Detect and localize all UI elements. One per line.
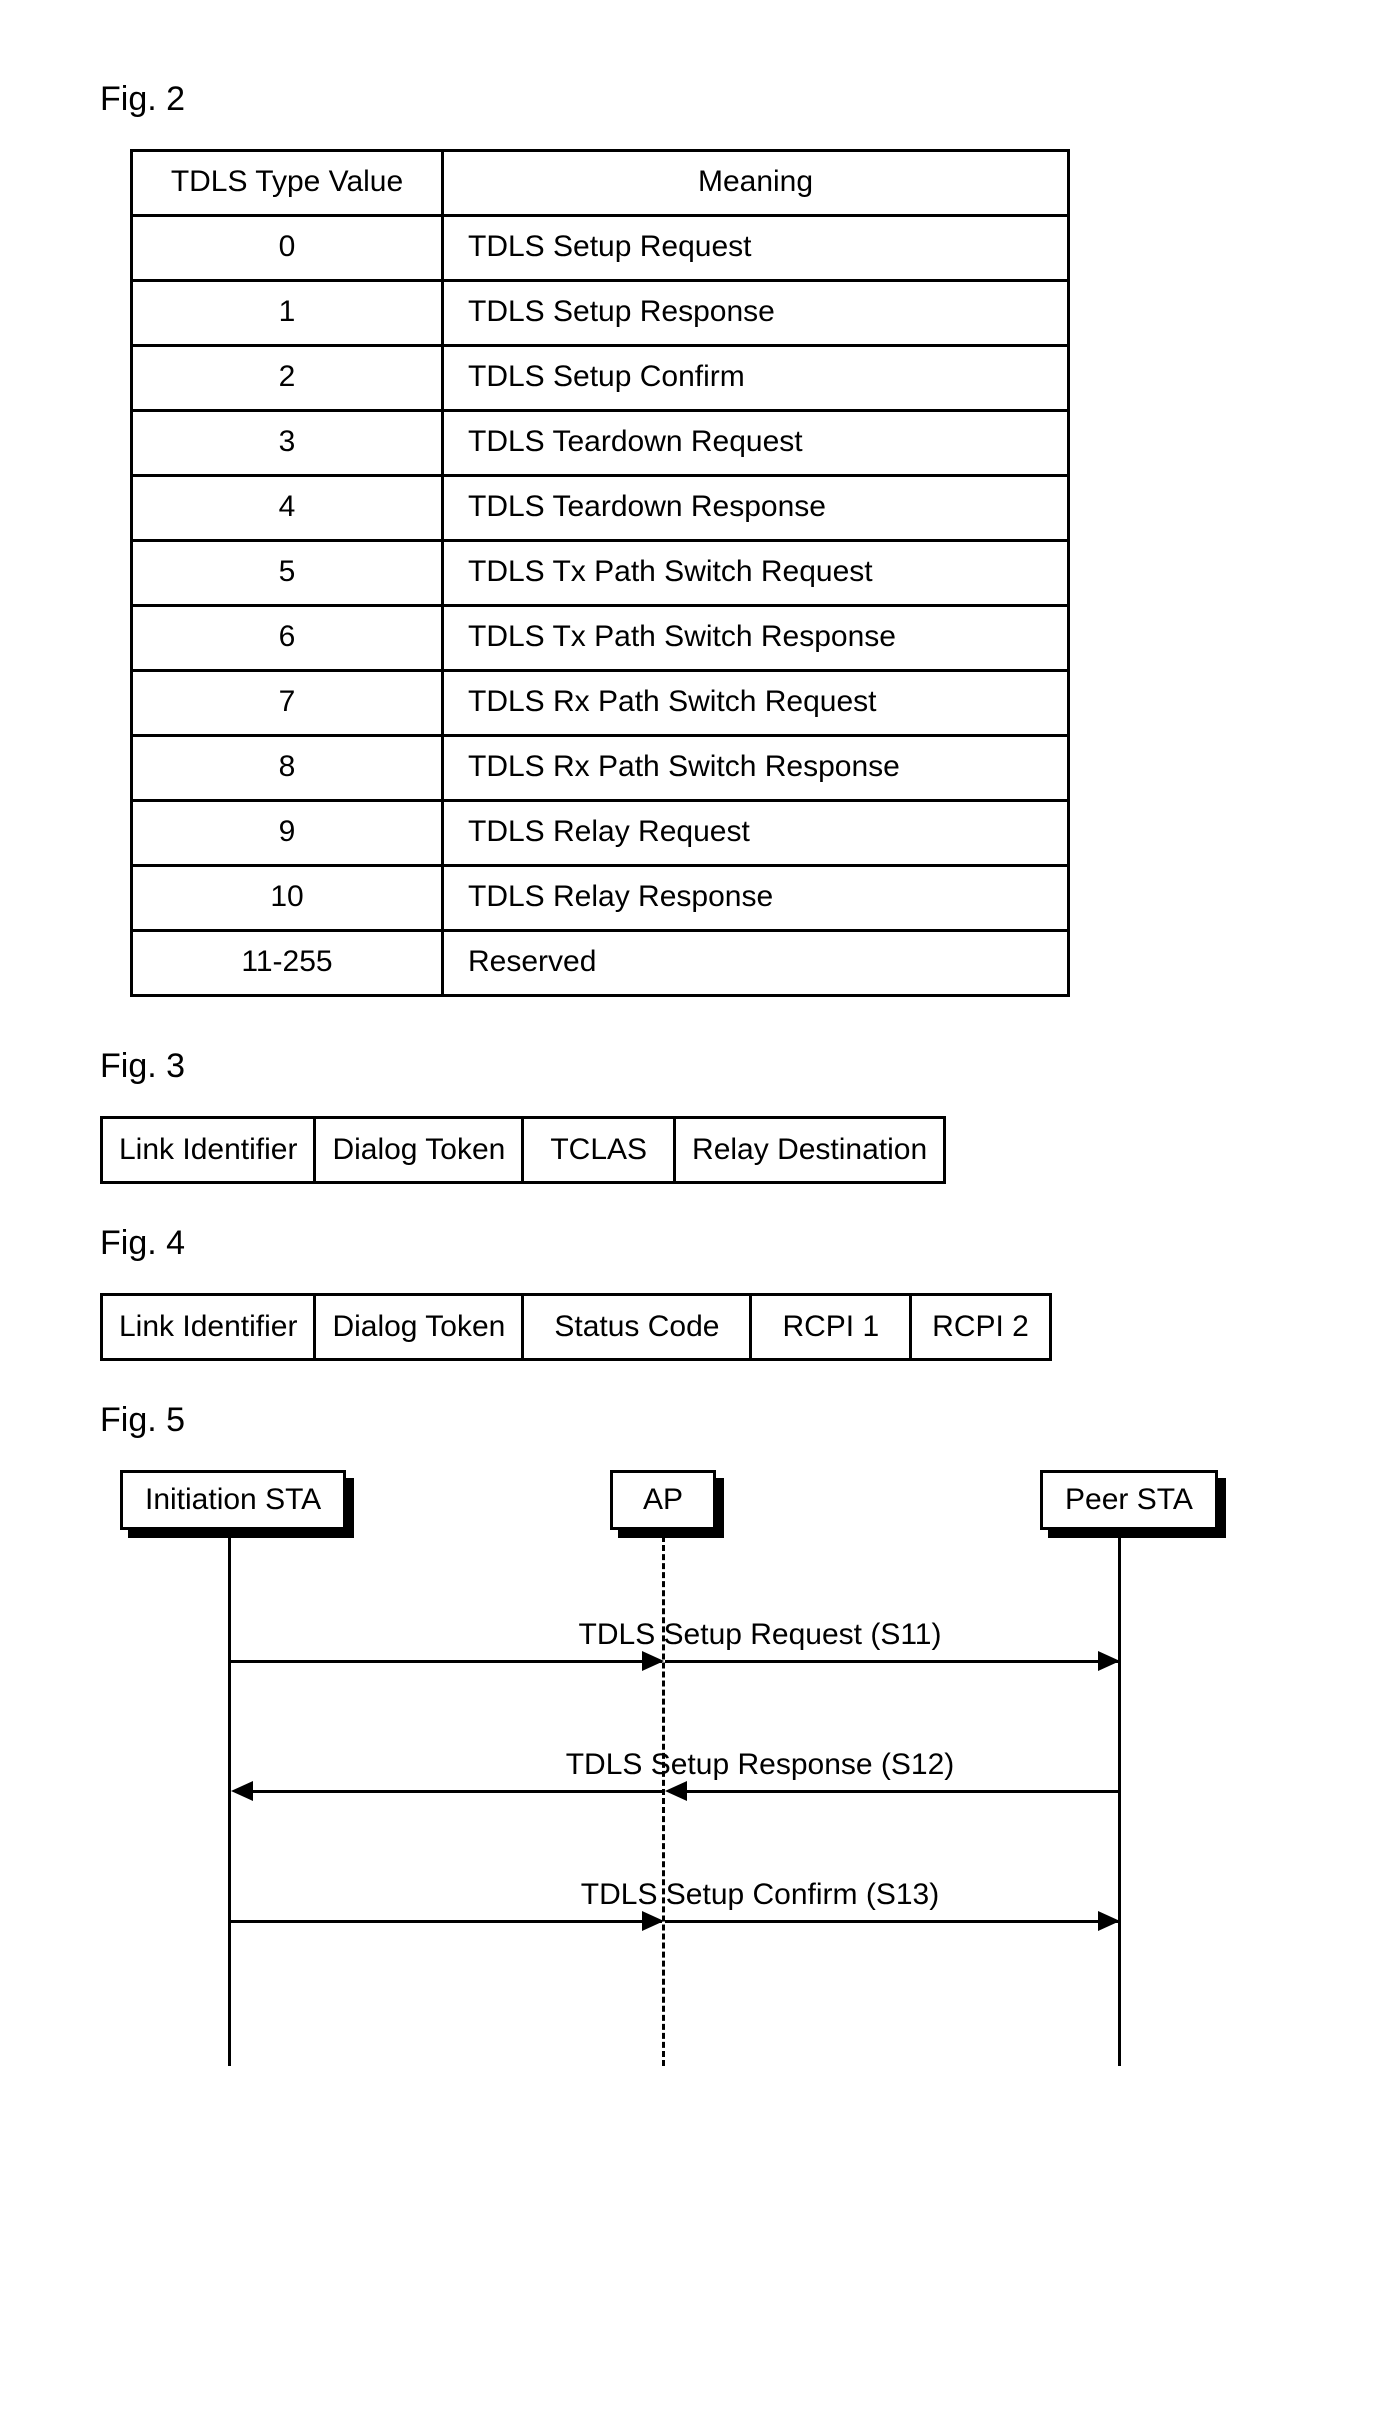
fig2-type: 10 (132, 866, 443, 931)
fig2-type: 11-255 (132, 931, 443, 996)
fig2-type: 7 (132, 671, 443, 736)
arrowhead-icon (1098, 1911, 1120, 1931)
msg-label: TDLS Setup Confirm (S13) (420, 1878, 1100, 1912)
table-row: 8TDLS Rx Path Switch Response (132, 736, 1069, 801)
arrowhead-icon (642, 1911, 664, 1931)
fig5-label: Fig. 5 (100, 1401, 1294, 1440)
table-row: 4TDLS Teardown Response (132, 476, 1069, 541)
arrow-line (231, 1920, 662, 1923)
arrow-line (685, 1790, 1118, 1793)
lifeline-peer-sta (1118, 1536, 1121, 2066)
seq-node-initiation-sta: Initiation STA (120, 1470, 346, 1530)
field-rcpi2: RCPI 2 (912, 1296, 1049, 1358)
table-row: 1TDLS Setup Response (132, 281, 1069, 346)
table-row: 10TDLS Relay Response (132, 866, 1069, 931)
fig2-type: 1 (132, 281, 443, 346)
arrowhead-icon (642, 1651, 664, 1671)
node-label: Peer STA (1040, 1470, 1218, 1530)
arrowhead-icon (665, 1781, 687, 1801)
fig2-meaning: Reserved (443, 931, 1069, 996)
fig2-table: TDLS Type Value Meaning 0TDLS Setup Requ… (130, 149, 1070, 997)
field-rcpi1: RCPI 1 (752, 1296, 912, 1358)
fig2-meaning: TDLS Teardown Response (443, 476, 1069, 541)
arrow-line (251, 1790, 662, 1793)
lifeline-initiation-sta (228, 1536, 231, 2066)
field-relay-destination: Relay Destination (676, 1119, 943, 1181)
field-link-identifier: Link Identifier (103, 1119, 316, 1181)
fig2-meaning: TDLS Teardown Request (443, 411, 1069, 476)
fig2-type: 8 (132, 736, 443, 801)
table-row: 0TDLS Setup Request (132, 216, 1069, 281)
fig2-type: 2 (132, 346, 443, 411)
node-label: Initiation STA (120, 1470, 346, 1530)
table-row: 9TDLS Relay Request (132, 801, 1069, 866)
fig2-meaning: TDLS Setup Request (443, 216, 1069, 281)
field-dialog-token: Dialog Token (316, 1296, 524, 1358)
fig2-meaning: TDLS Setup Confirm (443, 346, 1069, 411)
fig2-type: 9 (132, 801, 443, 866)
fig2-header-meaning: Meaning (443, 151, 1069, 216)
node-label: AP (610, 1470, 716, 1530)
fig3-label: Fig. 3 (100, 1047, 1294, 1086)
table-row: 7TDLS Rx Path Switch Request (132, 671, 1069, 736)
fig2-type: 5 (132, 541, 443, 606)
table-row: 3TDLS Teardown Request (132, 411, 1069, 476)
fig2-meaning: TDLS Tx Path Switch Response (443, 606, 1069, 671)
fig4-fields: Link Identifier Dialog Token Status Code… (100, 1293, 1052, 1361)
seq-node-peer-sta: Peer STA (1040, 1470, 1218, 1530)
lifeline-ap (662, 1536, 665, 2066)
fig2-type: 6 (132, 606, 443, 671)
arrow-line (665, 1660, 1118, 1663)
fig2-meaning: TDLS Setup Response (443, 281, 1069, 346)
field-status-code: Status Code (524, 1296, 752, 1358)
fig2-meaning: TDLS Rx Path Switch Response (443, 736, 1069, 801)
msg-label: TDLS Setup Response (S12) (420, 1748, 1100, 1782)
table-row: 2TDLS Setup Confirm (132, 346, 1069, 411)
fig2-meaning: TDLS Relay Request (443, 801, 1069, 866)
fig5-sequence-diagram: Initiation STA AP Peer STA TDLS Setup Re… (120, 1470, 1260, 2090)
arrowhead-icon (1098, 1651, 1120, 1671)
fig2-meaning: TDLS Tx Path Switch Request (443, 541, 1069, 606)
field-link-identifier: Link Identifier (103, 1296, 316, 1358)
fig2-meaning: TDLS Rx Path Switch Request (443, 671, 1069, 736)
seq-node-ap: AP (610, 1470, 716, 1530)
fig2-header-type: TDLS Type Value (132, 151, 443, 216)
msg-label: TDLS Setup Request (S11) (420, 1618, 1100, 1652)
fig2-label: Fig. 2 (100, 80, 1294, 119)
table-row: 5TDLS Tx Path Switch Request (132, 541, 1069, 606)
table-row: 6TDLS Tx Path Switch Response (132, 606, 1069, 671)
field-dialog-token: Dialog Token (316, 1119, 524, 1181)
fig4-label: Fig. 4 (100, 1224, 1294, 1263)
arrow-line (665, 1920, 1118, 1923)
fig2-meaning: TDLS Relay Response (443, 866, 1069, 931)
fig2-type: 4 (132, 476, 443, 541)
table-row: 11-255Reserved (132, 931, 1069, 996)
field-tclas: TCLAS (524, 1119, 676, 1181)
arrowhead-icon (231, 1781, 253, 1801)
fig3-fields: Link Identifier Dialog Token TCLAS Relay… (100, 1116, 946, 1184)
arrow-line (231, 1660, 662, 1663)
fig2-type: 0 (132, 216, 443, 281)
fig2-type: 3 (132, 411, 443, 476)
